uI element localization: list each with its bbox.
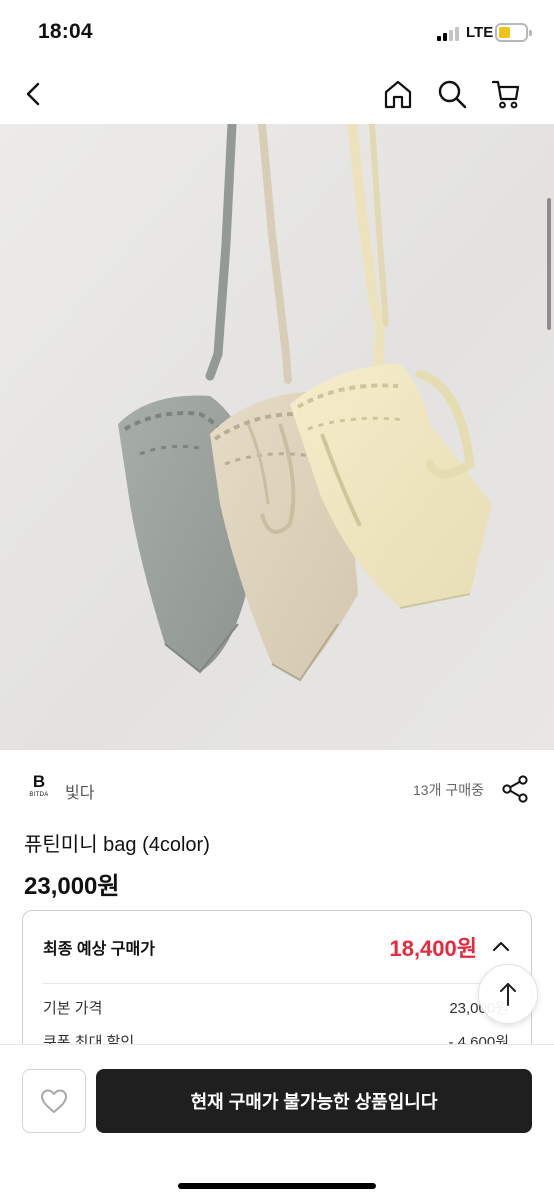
home-icon [384,80,412,109]
brand-row: B BITDA 빛다 13개 구매중 [0,766,554,812]
search-button[interactable] [434,76,470,112]
purchase-button[interactable]: 현재 구매가 불가능한 상품입니다 [96,1069,532,1133]
product-image[interactable] [0,124,554,750]
final-price-value: 18,400원 [389,936,477,961]
like-button[interactable] [22,1069,86,1133]
brand-name[interactable]: 빛다 [65,779,94,803]
home-button[interactable] [380,76,416,112]
product-photo-illustration [0,124,554,750]
back-button[interactable] [16,76,52,112]
cart-button[interactable] [488,76,524,112]
status-bar: 18:04 LTE [0,0,554,66]
brand-logo-letter: B [32,772,46,791]
bottom-action-bar: 현재 구매가 불가능한 상품입니다 [0,1044,554,1200]
scroll-to-top-button[interactable] [478,964,538,1024]
search-icon [438,80,467,109]
status-time: 18:04 [38,20,93,43]
brand-logo[interactable]: B BITDA [24,773,54,803]
signal-icon [437,26,461,41]
buyers-count: 13개 구매중 [413,782,484,798]
share-icon [502,775,528,803]
product-title: 퓨틴미니 bag (4color) [24,834,210,856]
brand-logo-text: BITDA [29,792,49,798]
arrow-up-icon [500,983,516,1006]
back-icon [26,82,40,106]
battery-icon [495,23,532,42]
home-indicator [178,1183,376,1189]
collapse-button[interactable] [489,935,513,959]
top-nav-bar [0,66,554,124]
share-button[interactable] [498,772,532,806]
network-type: LTE [466,24,494,41]
product-price: 23,000원 [24,873,120,900]
base-price-label: 기본 가격 [43,1000,103,1017]
card-divider [43,983,511,984]
scroll-indicator [547,198,551,330]
final-price-label: 최종 예상 구매가 [43,941,155,958]
cart-icon [491,80,520,109]
chevron-up-icon [493,942,509,951]
heart-icon [41,1089,67,1113]
